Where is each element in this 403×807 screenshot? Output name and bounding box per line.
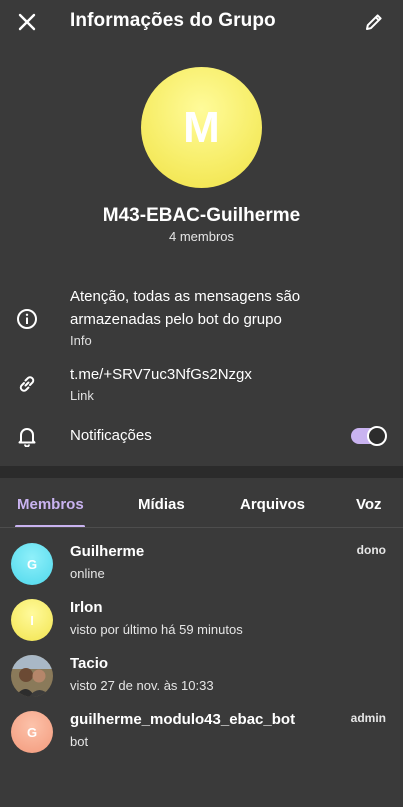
page-title: Informações do Grupo <box>70 10 276 31</box>
profile-photo-icon <box>11 655 53 697</box>
tab-midias[interactable]: Mídias <box>138 496 185 513</box>
info-icon <box>15 307 39 331</box>
link-row[interactable]: t.me/+SRV7uc3NfGs2Nzgx Link <box>0 363 403 405</box>
bell-icon <box>15 424 39 448</box>
group-avatar[interactable]: M <box>141 67 262 188</box>
tabs-border <box>0 527 403 528</box>
invite-link[interactable]: t.me/+SRV7uc3NfGs2Nzgx <box>70 363 252 386</box>
close-icon[interactable] <box>15 10 39 34</box>
description-label: Info <box>70 333 92 348</box>
member-row[interactable]: Tacio visto 27 de nov. às 10:33 <box>0 655 403 711</box>
link-label: Link <box>70 388 94 403</box>
member-row[interactable]: G guilherme_modulo43_ebac_bot bot admin <box>0 711 403 767</box>
notifications-toggle[interactable] <box>351 426 387 446</box>
avatar: G <box>11 543 53 585</box>
group-avatar-letter: M <box>183 102 220 152</box>
tab-membros[interactable]: Membros <box>17 496 84 513</box>
avatar: G <box>11 711 53 753</box>
member-status: visto por último há 59 minutos <box>70 622 243 637</box>
pencil-icon[interactable] <box>362 10 386 34</box>
avatar: I <box>11 599 53 641</box>
member-status: bot <box>70 734 89 749</box>
member-name: Guilherme <box>70 543 145 560</box>
group-name: M43-EBAC-Guilherme <box>102 205 301 226</box>
member-name: Irlon <box>70 599 103 616</box>
tab-arquivos[interactable]: Arquivos <box>240 496 305 513</box>
notifications-row[interactable]: Notificações <box>0 424 403 450</box>
group-description-line-1: Atenção, todas as mensagens são <box>70 288 301 305</box>
member-role: dono <box>356 543 386 557</box>
app-header: Informações do Grupo <box>0 0 403 44</box>
info-row[interactable]: Atenção, todas as mensagens são armazena… <box>0 285 403 348</box>
member-count: 4 membros <box>168 229 235 244</box>
member-row[interactable]: G Guilherme online dono <box>0 543 403 599</box>
toggle-knob <box>367 426 387 446</box>
member-name: Tacio <box>70 655 109 672</box>
link-icon <box>15 372 39 396</box>
group-description-line-2: armazenadas pelo bot do grupo <box>70 311 282 328</box>
member-status: online <box>70 566 105 581</box>
member-status: visto 27 de nov. às 10:33 <box>70 678 214 693</box>
avatar <box>11 655 53 697</box>
media-tabs: Membros Mídias Arquivos Voz <box>0 478 403 528</box>
section-divider <box>0 466 403 478</box>
member-row[interactable]: I Irlon visto por último há 59 minutos <box>0 599 403 655</box>
tab-voz[interactable]: Voz <box>356 496 382 513</box>
notifications-label: Notificações <box>70 427 152 444</box>
member-role: admin <box>350 711 386 725</box>
member-name: guilherme_modulo43_ebac_bot <box>70 711 296 728</box>
